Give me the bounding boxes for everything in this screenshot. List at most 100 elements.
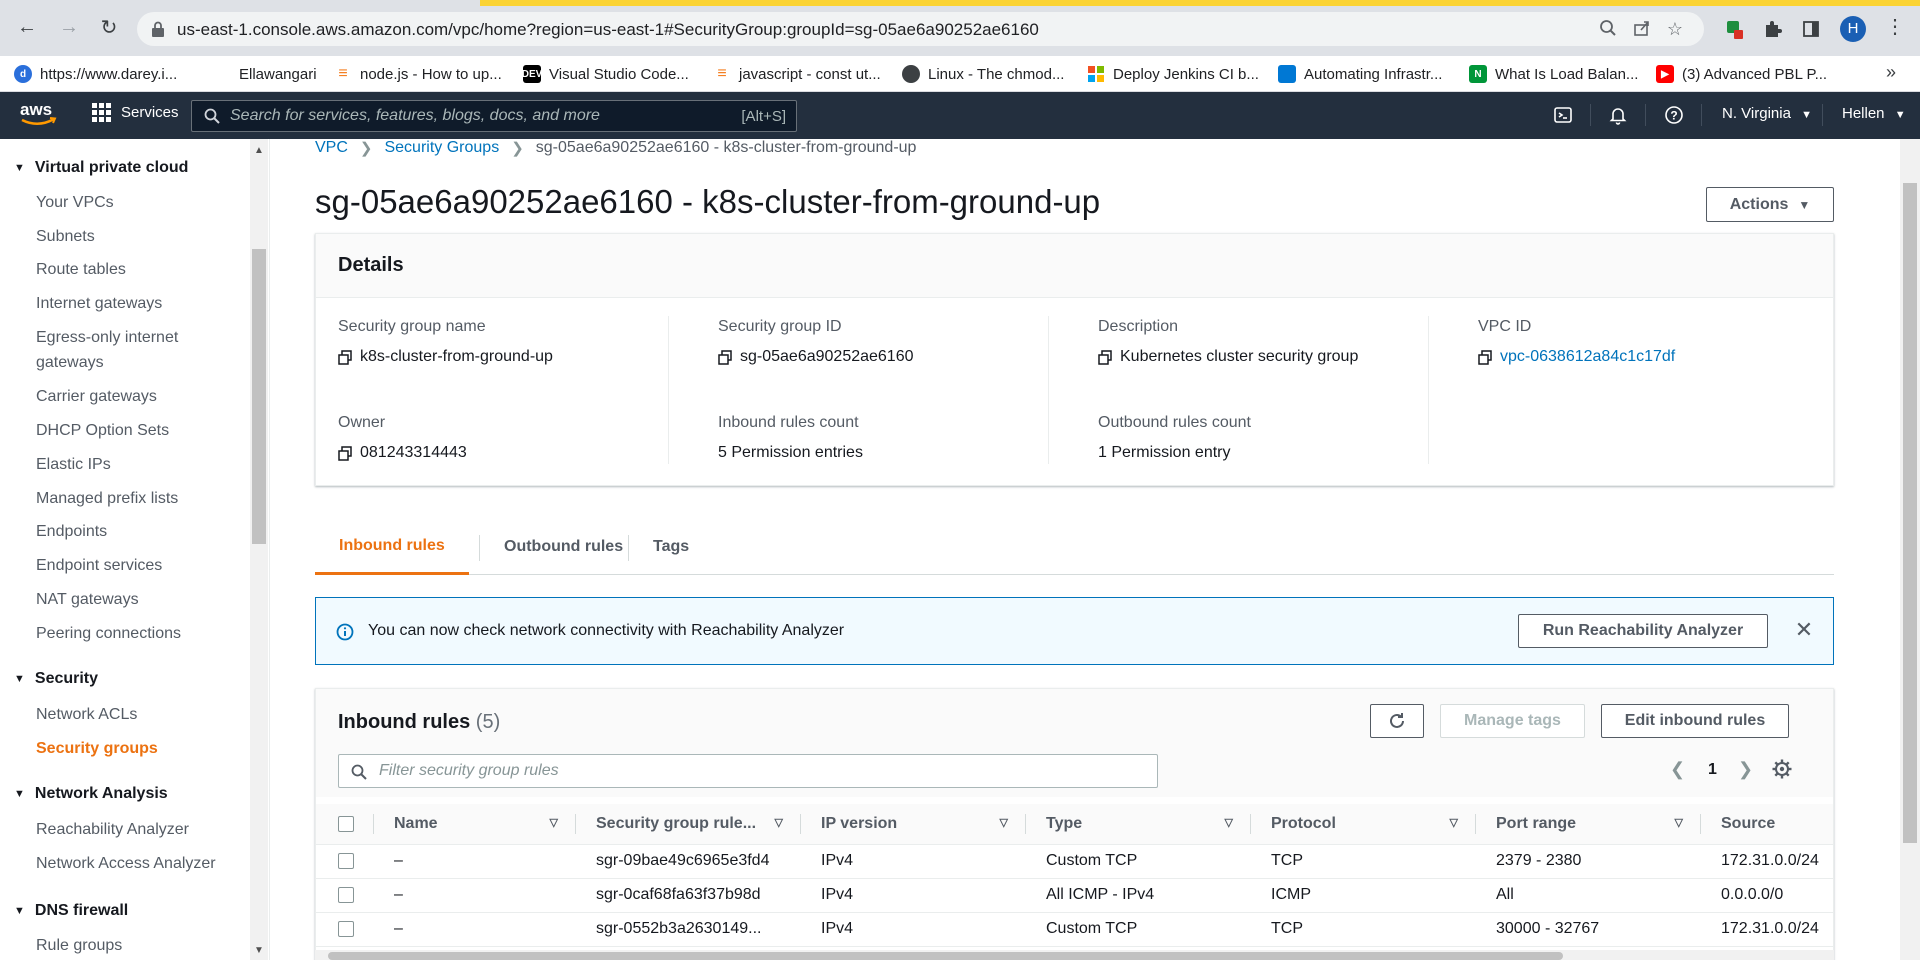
copy-icon[interactable] <box>1478 349 1492 365</box>
sidebar-item-route-tables[interactable]: Route tables <box>36 257 196 282</box>
sidebar-section-security[interactable]: ▼ Security <box>14 670 98 688</box>
detail-value-row: Kubernetes cluster security group <box>1098 348 1358 366</box>
aws-search-input[interactable] <box>230 101 670 131</box>
region-selector[interactable]: N. Virginia ▼ <box>1722 105 1812 122</box>
copy-icon[interactable] <box>718 349 732 365</box>
filter-box[interactable] <box>338 754 1158 788</box>
url-text[interactable]: us-east-1.console.aws.amazon.com/vpc/hom… <box>177 20 1039 40</box>
breadcrumb-security-groups[interactable]: Security Groups <box>384 139 499 157</box>
bookmark-item[interactable]: Linux - The chmod... <box>902 56 1064 92</box>
tab-tags[interactable]: Tags <box>629 519 713 575</box>
services-menu-button[interactable]: Services <box>92 103 179 122</box>
gear-icon[interactable] <box>1771 758 1793 780</box>
column-header-protocol[interactable]: Protocol ▽ <box>1251 804 1476 845</box>
sidebar-item-nat-gateways[interactable]: NAT gateways <box>36 587 196 612</box>
bookmark-item[interactable]: N What Is Load Balan... <box>1469 56 1638 92</box>
column-header-rule-id[interactable]: Security group rule... ▽ <box>576 804 801 845</box>
row-checkbox[interactable] <box>338 852 354 869</box>
help-icon[interactable]: ? <box>1663 104 1685 126</box>
column-header-name[interactable]: Name ▽ <box>374 804 576 845</box>
sidebar-item-elastic-ips[interactable]: Elastic IPs <box>36 452 196 477</box>
row-checkbox[interactable] <box>338 886 354 903</box>
sidebar-item-managed-prefix-lists[interactable]: Managed prefix lists <box>36 486 196 511</box>
bookmark-item[interactable]: Ellawangari <box>213 56 317 92</box>
sidebar-scrollbar-thumb[interactable] <box>252 249 266 544</box>
copy-icon[interactable] <box>1098 349 1112 365</box>
table-row[interactable]: – sgr-0caf68fa63f37b98d IPv4 All ICMP - … <box>316 878 1833 913</box>
search-icon <box>351 764 367 780</box>
aws-search-box[interactable]: [Alt+S] <box>191 100 797 132</box>
bookmarks-overflow-icon[interactable]: » <box>1886 62 1896 83</box>
table-horizontal-scrollbar-thumb[interactable] <box>328 952 1563 960</box>
actions-button[interactable]: Actions ▼ <box>1706 187 1834 222</box>
sidebar-item-network-acls[interactable]: Network ACLs <box>36 702 196 727</box>
sidebar-item-subnets[interactable]: Subnets <box>36 224 196 249</box>
lock-icon[interactable] <box>151 21 165 37</box>
sidebar-item-egress-only-internet-gateways[interactable]: Egress-only internet gateways <box>36 325 196 375</box>
bookmark-item[interactable]: Automating Infrastr... <box>1278 56 1442 92</box>
bookmark-item[interactable]: Deploy Jenkins CI b... <box>1087 56 1259 92</box>
sidebar-item-security-groups[interactable]: Security groups <box>36 736 196 761</box>
table-row[interactable]: – sgr-0552b3a2630149... IPv4 Custom TCP … <box>316 912 1833 947</box>
reload-icon[interactable]: ↻ <box>96 14 122 40</box>
previous-page-icon[interactable]: ❮ <box>1670 759 1685 780</box>
current-page-number[interactable]: 1 <box>1708 761 1717 779</box>
copy-icon[interactable] <box>338 349 352 365</box>
breadcrumb-vpc[interactable]: VPC <box>315 139 348 157</box>
zoom-icon[interactable] <box>1598 19 1618 39</box>
extension-download-icon[interactable] <box>1724 18 1746 40</box>
sidebar-item-your-vpcs[interactable]: Your VPCs <box>36 190 196 215</box>
bookmark-item[interactable]: ≡ node.js - How to up... <box>334 56 501 92</box>
bookmark-item[interactable]: d https://www.darey.i... <box>14 56 177 92</box>
manage-tags-button[interactable]: Manage tags <box>1440 704 1585 738</box>
sidebar-item-internet-gateways[interactable]: Internet gateways <box>36 291 196 316</box>
bookmark-item[interactable]: ≡ javascript - const ut... <box>713 56 880 92</box>
next-page-icon[interactable]: ❯ <box>1738 759 1753 780</box>
sidebar-item-endpoint-services[interactable]: Endpoint services <box>36 553 196 578</box>
close-icon[interactable]: ✕ <box>1792 618 1816 642</box>
vpc-id-link[interactable]: vpc-0638612a84c1c17df <box>1500 348 1675 366</box>
row-checkbox[interactable] <box>338 920 354 937</box>
sidebar-section-network-analysis[interactable]: ▼ Network Analysis <box>14 785 168 803</box>
share-icon[interactable] <box>1632 19 1652 39</box>
side-panel-icon[interactable] <box>1800 18 1822 40</box>
refresh-button[interactable] <box>1370 704 1424 738</box>
scroll-up-arrow-icon[interactable]: ▲ <box>254 145 264 156</box>
more-menu-icon[interactable]: ⋮ <box>1885 14 1905 39</box>
extensions-puzzle-icon[interactable] <box>1762 18 1784 40</box>
run-reachability-analyzer-button[interactable]: Run Reachability Analyzer <box>1518 614 1768 648</box>
sidebar-item-dhcp-option-sets[interactable]: DHCP Option Sets <box>36 418 196 443</box>
scroll-down-arrow-icon[interactable]: ▼ <box>254 945 264 956</box>
aws-logo[interactable]: aws <box>18 100 58 128</box>
column-header-ip-version[interactable]: IP version ▽ <box>801 804 1026 845</box>
sidebar-section-virtual-private-cloud[interactable]: ▼ Virtual private cloud <box>14 159 188 177</box>
sidebar-item-rule-groups[interactable]: Rule groups <box>36 933 196 958</box>
column-header-source[interactable]: Source <box>1701 804 1833 845</box>
filter-rules-input[interactable] <box>379 755 1139 787</box>
copy-icon[interactable] <box>338 445 352 461</box>
forward-arrow-icon[interactable]: → <box>56 14 82 40</box>
profile-avatar[interactable]: H <box>1840 16 1866 42</box>
sidebar-item-peering-connections[interactable]: Peering connections <box>36 621 196 646</box>
table-row[interactable]: – sgr-09bae49c6965e3fd4 IPv4 Custom TCP … <box>316 844 1833 879</box>
notifications-bell-icon[interactable] <box>1607 104 1629 126</box>
bookmark-item[interactable]: DEV Visual Studio Code... <box>522 56 689 92</box>
sidebar-item-reachability-analyzer[interactable]: Reachability Analyzer <box>36 817 246 842</box>
edit-inbound-rules-button[interactable]: Edit inbound rules <box>1601 704 1789 738</box>
address-bar[interactable]: us-east-1.console.aws.amazon.com/vpc/hom… <box>137 12 1704 46</box>
tab-outbound-rules[interactable]: Outbound rules <box>480 519 647 575</box>
sidebar-item-carrier-gateways[interactable]: Carrier gateways <box>36 384 196 409</box>
column-header-port-range[interactable]: Port range ▽ <box>1476 804 1701 845</box>
select-all-checkbox[interactable] <box>338 815 354 832</box>
tab-inbound-rules[interactable]: Inbound rules <box>315 519 469 575</box>
bookmark-item[interactable]: ▶ (3) Advanced PBL P... <box>1656 56 1827 92</box>
bookmark-star-icon[interactable]: ☆ <box>1665 19 1685 39</box>
cloudshell-icon[interactable] <box>1552 104 1574 126</box>
page-scrollbar-thumb[interactable] <box>1903 183 1917 843</box>
column-header-type[interactable]: Type ▽ <box>1026 804 1251 845</box>
sidebar-section-dns-firewall[interactable]: ▼ DNS firewall <box>14 902 128 920</box>
back-arrow-icon[interactable]: ← <box>14 14 40 40</box>
account-menu[interactable]: Hellen ▼ <box>1842 105 1906 122</box>
sidebar-item-network-access-analyzer[interactable]: Network Access Analyzer <box>36 851 246 876</box>
sidebar-item-endpoints[interactable]: Endpoints <box>36 519 196 544</box>
